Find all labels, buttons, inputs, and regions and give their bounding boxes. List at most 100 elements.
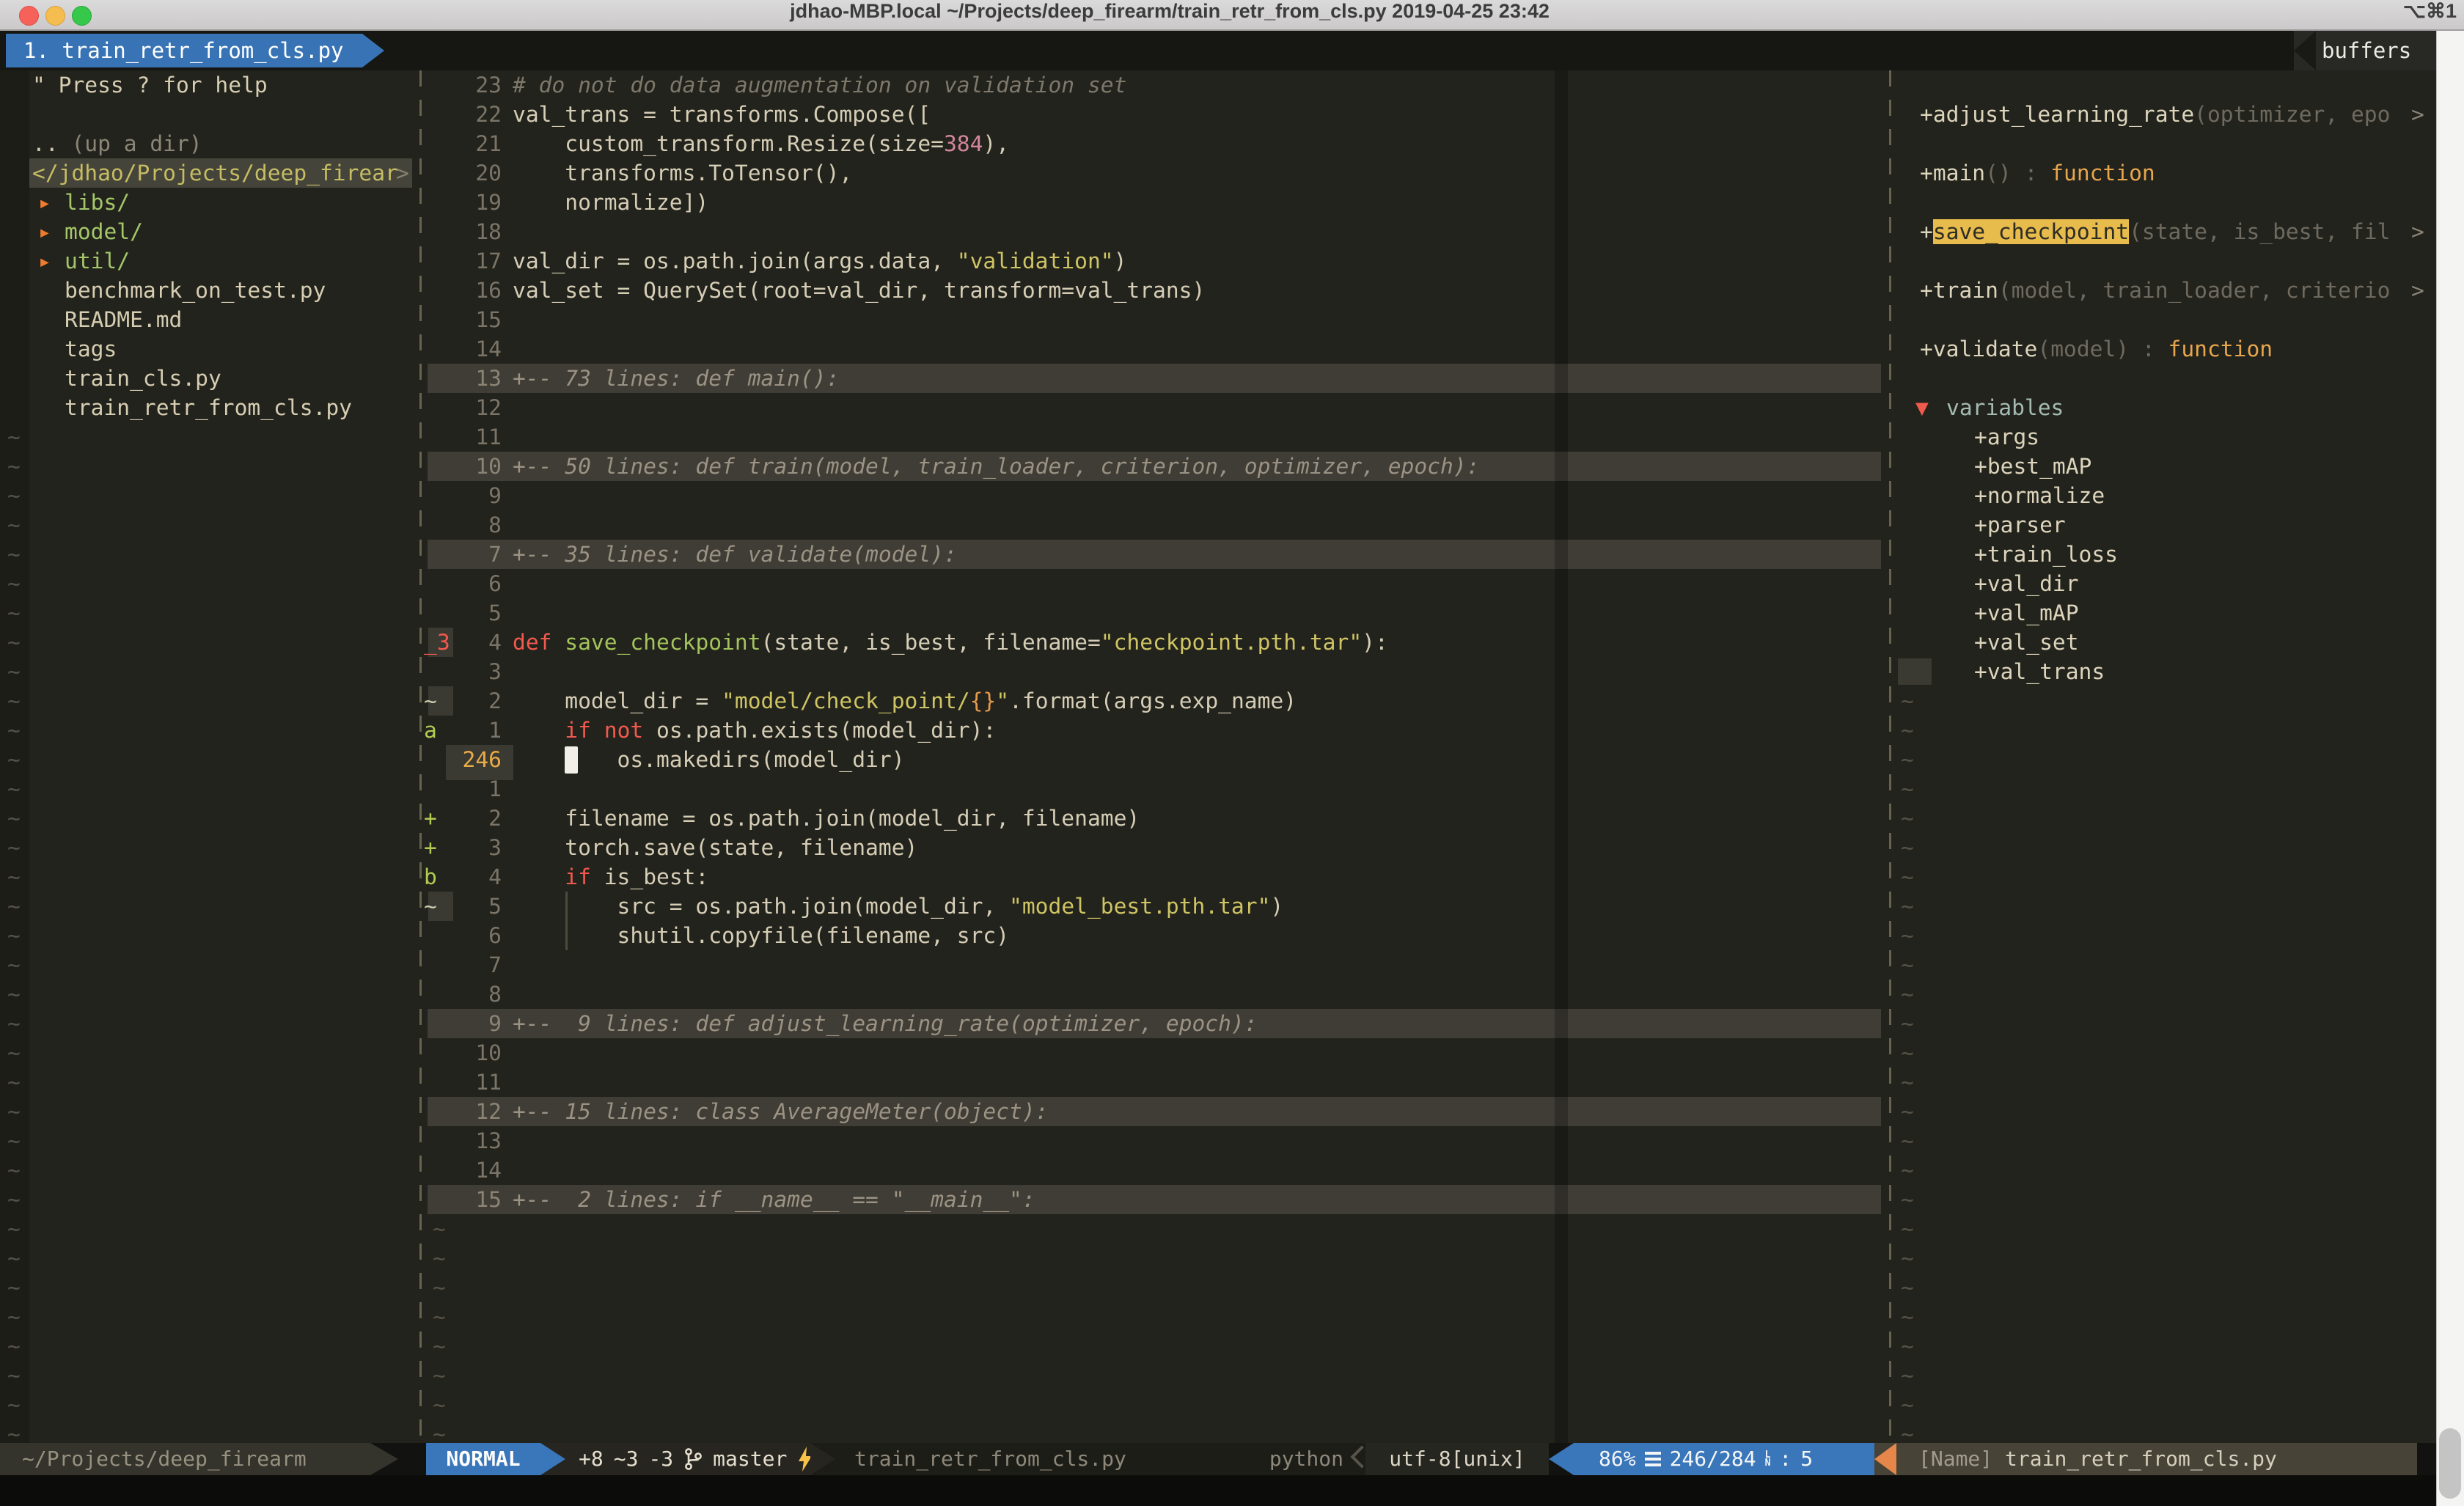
empty-line-marker: ~ <box>0 950 2436 980</box>
tag-name: adjust_learning_rate <box>1933 102 2194 127</box>
tagbar-blank <box>0 364 2436 393</box>
tagbar-item-train[interactable]: +train(model, train_loader, criterio > <box>0 276 2436 305</box>
empty-line-marker: ~ <box>0 1419 2436 1443</box>
command-line[interactable] <box>0 1475 2464 1506</box>
tagbar-item-adjust_learning_rate[interactable]: +adjust_learning_rate(optimizer, epo> <box>0 100 2436 129</box>
tilde-icon: ~ <box>1901 921 1914 950</box>
tagbar-item-val_mAP[interactable]: +val_mAP <box>0 598 2436 628</box>
fold-open-icon: ▼ <box>1915 393 1929 422</box>
empty-line-marker: ~ <box>0 1214 2436 1244</box>
cursor-column: 5 <box>1800 1443 1813 1475</box>
tilde-icon: ~ <box>1901 1390 1914 1419</box>
scrollbar-thumb[interactable] <box>2439 1428 2461 1499</box>
position-colon: : <box>1779 1443 1792 1475</box>
tilde-icon: ~ <box>1901 1419 1914 1443</box>
tilde-icon: ~ <box>1901 686 1914 716</box>
tag-section-header: variables <box>1946 393 2064 422</box>
tagbar-item-best_mAP[interactable]: +best_mAP <box>0 452 2436 481</box>
editor-workspace: " Press ? for help.. (up a dir)</jdhao/P… <box>0 70 2436 1443</box>
tagbar-blank <box>0 246 2436 276</box>
tab-train-retr-from-cls[interactable]: 1. train_retr_from_cls.py <box>6 34 384 67</box>
tag-entry: +validate(model) : function <box>1920 334 2273 364</box>
statusline-filename: train_retr_from_cls.py <box>854 1443 1126 1475</box>
tilde-icon: ~ <box>1901 1156 1914 1185</box>
cursor <box>565 746 578 774</box>
git-removed-count: -3 <box>648 1443 673 1475</box>
tagbar-item-save_checkpoint[interactable]: +save_checkpoint(state, is_best, fil > <box>0 217 2436 246</box>
tagbar-item-validate[interactable]: +validate(model) : function <box>0 334 2436 364</box>
tagbar-blank <box>0 70 2436 100</box>
tagbar-item-normalize[interactable]: +normalize <box>0 481 2436 510</box>
empty-line-marker: ~ <box>0 1156 2436 1185</box>
tag-kind-label: function <box>2168 337 2273 361</box>
variable-tag: +val_trans <box>1974 657 2105 686</box>
git-branch-icon <box>683 1447 703 1471</box>
tagbar-item-main[interactable]: +main() : function <box>0 158 2436 188</box>
truncation-marker: > <box>2411 276 2424 305</box>
git-added-count: +8 <box>579 1443 604 1475</box>
empty-line-marker: ~ <box>0 1068 2436 1097</box>
empty-line-marker: ~ <box>0 1361 2436 1390</box>
powerline-arrow-icon <box>1549 1443 1574 1475</box>
tagbar-blank <box>0 129 2436 158</box>
powerline-arrow-icon <box>370 1443 398 1475</box>
vim-tabline: 1. train_retr_from_cls.py buffers <box>0 31 2464 70</box>
empty-line-marker: ~ <box>0 1185 2436 1214</box>
tilde-icon: ~ <box>1901 980 1914 1009</box>
tag-entry: +save_checkpoint(state, is_best, fil <box>1920 217 2390 246</box>
statusline-mode: NORMAL <box>426 1443 540 1475</box>
statusline-git-segment: +8 ~3 -3 master <box>540 1443 810 1475</box>
tilde-icon: ~ <box>1901 1097 1914 1126</box>
empty-line-marker: ~ <box>0 1244 2436 1273</box>
tagbar-item-val_dir[interactable]: +val_dir <box>0 569 2436 598</box>
statusline-file-segment: train_retr_from_cls.py python <box>810 1443 1365 1475</box>
empty-line-marker: ~ <box>0 716 2436 745</box>
tilde-icon: ~ <box>1901 774 1914 804</box>
buffers-segment[interactable]: buffers <box>2294 31 2436 70</box>
tag-name: validate <box>1933 337 2038 361</box>
empty-line-marker: ~ <box>0 1126 2436 1156</box>
tagbar-blank <box>0 188 2436 217</box>
scrollbar-track[interactable] <box>2436 31 2464 1506</box>
variable-tag: +normalize <box>1974 481 2105 510</box>
tag-plus: + <box>1920 219 1933 244</box>
tilde-icon: ~ <box>1901 1126 1914 1156</box>
tag-kind-label: function <box>2050 161 2155 186</box>
tagbar-item-parser[interactable]: +parser <box>0 510 2436 540</box>
tag-signature: (model) <box>2037 337 2129 361</box>
empty-line-marker: ~ <box>0 1097 2436 1126</box>
tagbar-item-val_set[interactable]: +val_set <box>0 628 2436 657</box>
statusline-filetype: python <box>1269 1443 1343 1475</box>
powerline-arrow-icon <box>810 1443 835 1475</box>
tagbar-statusline-file: train_retr_from_cls.py <box>2005 1447 2277 1471</box>
empty-line-marker: ~ <box>0 686 2436 716</box>
tilde-icon: ~ <box>1901 833 1914 862</box>
window-title: jdhao-MBP.local ~/Projects/deep_firearm/… <box>0 0 2339 29</box>
tag-signature: (model, train_loader, criterio <box>1998 278 2391 303</box>
git-branch-name: master <box>713 1443 787 1475</box>
statusline: ~/Projects/deep_firearm NORMAL +8 ~3 -3 … <box>0 1443 2436 1475</box>
tagbar-item-args[interactable]: +args <box>0 422 2436 452</box>
tilde-icon: ~ <box>1901 716 1914 745</box>
tagbar-item-val_trans[interactable]: +val_trans <box>0 657 2436 686</box>
tilde-icon: ~ <box>1901 1361 1914 1390</box>
empty-line-marker: ~ <box>0 1302 2436 1331</box>
tilde-icon: ~ <box>1901 1331 1914 1361</box>
truncation-marker: > <box>2411 100 2424 129</box>
tag-entry: +train(model, train_loader, criterio <box>1920 276 2390 305</box>
tagbar-item-train_loss[interactable]: +train_loss <box>0 540 2436 569</box>
tilde-icon: ~ <box>1901 1185 1914 1214</box>
empty-line-marker: ~ <box>0 1009 2436 1038</box>
empty-line-marker: ~ <box>0 892 2436 921</box>
variable-tag: +best_mAP <box>1974 452 2091 481</box>
tag-signature: (optimizer, epo <box>2194 102 2390 127</box>
tag-plus: + <box>1920 278 1933 303</box>
truncation-marker: > <box>2411 217 2424 246</box>
tag-name: main <box>1933 161 1985 186</box>
empty-line-marker: ~ <box>0 1038 2436 1068</box>
tagbar-statusline: [Name] train_retr_from_cls.py <box>1874 1443 2417 1475</box>
chevron-left-icon <box>2294 31 2316 70</box>
tilde-icon: ~ <box>1901 892 1914 921</box>
statusline-position-segment: 86% 246/284 LN : 5 <box>1574 1443 1874 1475</box>
statusline-encoding: utf-8[unix] <box>1365 1443 1549 1475</box>
